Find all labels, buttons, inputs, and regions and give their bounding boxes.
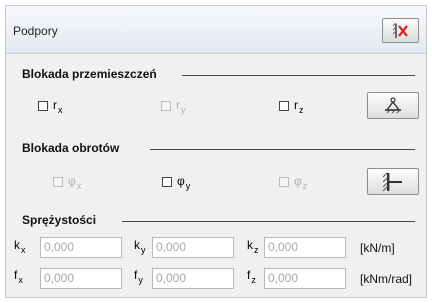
panel-title: Podpory bbox=[13, 24, 58, 38]
supports-panel: Podpory Blokada przemieszczeń rx ry rz B… bbox=[5, 5, 427, 298]
checkbox-label: φx bbox=[68, 174, 82, 191]
unit-label: [kNm/rad] bbox=[360, 272, 413, 286]
checkbox-label: φy bbox=[177, 174, 191, 191]
elasticity-title: Sprężystości bbox=[22, 213, 97, 227]
field-label-fz: fz bbox=[247, 268, 256, 285]
fz-input[interactable]: 0,000 bbox=[264, 268, 346, 289]
field-label-kx: kx bbox=[14, 238, 26, 255]
fy-input[interactable]: 0,000 bbox=[152, 268, 234, 289]
checkbox-box[interactable] bbox=[53, 177, 63, 187]
field-label-fx: fx bbox=[14, 268, 23, 285]
checkbox-box[interactable] bbox=[279, 177, 289, 187]
field-label-kz: kz bbox=[247, 238, 259, 255]
field-label-fy: fy bbox=[134, 268, 143, 285]
checkbox-label: φz bbox=[294, 174, 308, 191]
section-divider bbox=[150, 149, 415, 150]
panel-header: Podpory bbox=[6, 6, 426, 54]
translation-lock-title: Blokada przemieszczeń bbox=[22, 67, 157, 81]
rotation-lock-title: Blokada obrotów bbox=[22, 141, 120, 155]
checkbox-box[interactable] bbox=[162, 177, 172, 187]
checkbox-box[interactable] bbox=[161, 101, 171, 111]
remove-support-button[interactable] bbox=[382, 18, 419, 43]
pinned-support-button[interactable] bbox=[367, 92, 419, 119]
fixed-support-button[interactable] bbox=[367, 168, 419, 195]
support-remove-icon bbox=[393, 23, 408, 38]
checkbox-label: ry bbox=[176, 98, 186, 115]
section-divider bbox=[122, 221, 415, 222]
pinned-support-icon bbox=[385, 97, 401, 114]
field-label-ky: ky bbox=[134, 238, 146, 255]
checkbox-label: rz bbox=[294, 98, 304, 115]
ky-input[interactable]: 0,000 bbox=[152, 237, 234, 258]
fx-input[interactable]: 0,000 bbox=[40, 268, 122, 289]
kx-input[interactable]: 0,000 bbox=[40, 237, 122, 258]
unit-label: [kN/m] bbox=[360, 241, 395, 255]
section-divider bbox=[182, 75, 415, 76]
kz-input[interactable]: 0,000 bbox=[264, 237, 346, 258]
checkbox-label: rx bbox=[53, 98, 63, 115]
checkbox-box[interactable] bbox=[38, 101, 48, 111]
checkbox-box[interactable] bbox=[279, 101, 289, 111]
fixed-support-icon bbox=[382, 172, 402, 192]
